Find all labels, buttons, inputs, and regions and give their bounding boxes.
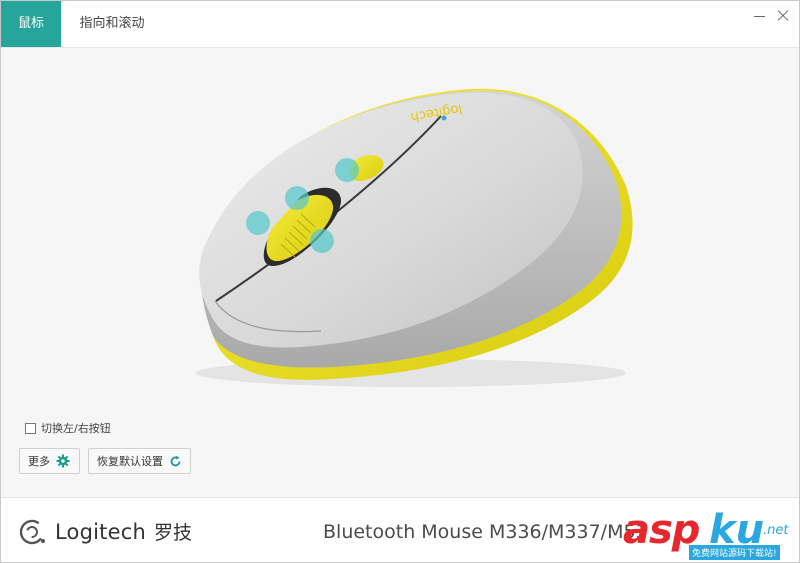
reset-defaults-button[interactable]: 恢复默认设置: [88, 448, 191, 474]
hotspot-middle-button[interactable]: [335, 158, 359, 182]
logitech-logo: Logitech 罗技: [19, 518, 192, 545]
logitech-logo-icon: [19, 519, 45, 544]
tab-mouse[interactable]: 鼠标: [1, 1, 61, 47]
refresh-icon: [169, 455, 182, 468]
reset-button-label: 恢复默认设置: [97, 455, 163, 468]
more-button[interactable]: 更多: [19, 448, 80, 474]
tab-bar: 鼠标 指向和滚动: [1, 1, 799, 48]
more-button-label: 更多: [28, 455, 50, 468]
device-model: Bluetooth Mouse M336/M337/M53: [323, 521, 648, 543]
swap-buttons-option[interactable]: 切换左/右按钮: [25, 420, 111, 436]
tab-pointing-scrolling[interactable]: 指向和滚动: [61, 1, 163, 47]
mouse-illustration: logitech: [1, 48, 799, 448]
hotspot-scroll-down[interactable]: [310, 229, 334, 253]
minimize-icon[interactable]: [753, 9, 767, 23]
gear-icon: [56, 454, 70, 468]
hotspot-left-button[interactable]: [246, 211, 270, 235]
swap-buttons-label: 切换左/右按钮: [41, 422, 111, 435]
close-icon[interactable]: [776, 9, 790, 23]
footer: Logitech 罗技 Bluetooth Mouse M336/M337/M5…: [1, 497, 799, 562]
swap-buttons-checkbox[interactable]: [25, 422, 36, 434]
app-window: 鼠标 指向和滚动 logitech 切换左/右按钮 更多 恢复默认设置 Logi…: [0, 0, 800, 563]
hotspot-scroll-up[interactable]: [285, 186, 309, 210]
mouse-image: logitech: [196, 88, 633, 387]
brand-name: Logitech: [55, 519, 146, 544]
brand-name-cn: 罗技: [153, 522, 192, 544]
